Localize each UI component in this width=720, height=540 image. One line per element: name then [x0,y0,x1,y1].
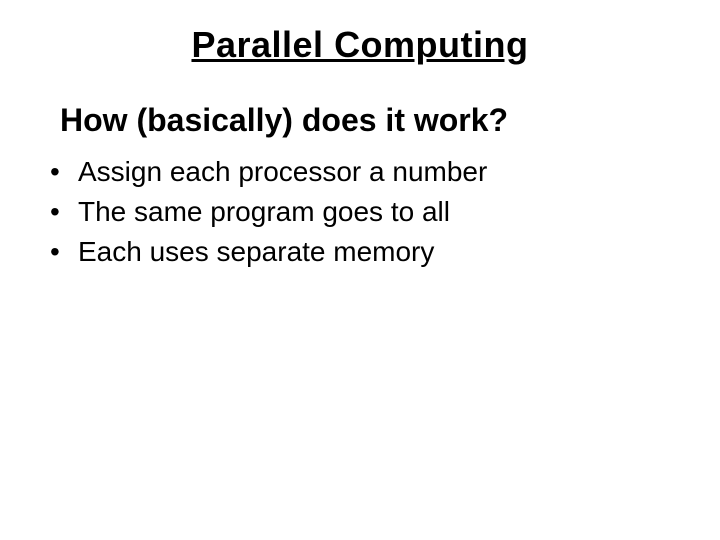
list-item: Assign each processor a number [50,153,680,191]
slide-subtitle: How (basically) does it work? [60,102,680,139]
list-item: Each uses separate memory [50,233,680,271]
bullet-list: Assign each processor a number The same … [50,153,680,270]
slide-title: Parallel Computing [40,24,680,66]
list-item: The same program goes to all [50,193,680,231]
